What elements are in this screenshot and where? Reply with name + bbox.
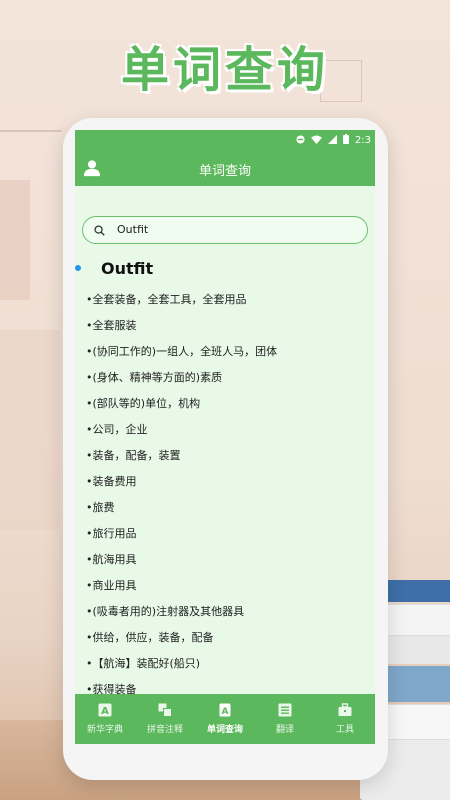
translate-icon: [278, 703, 292, 717]
tab-tools[interactable]: 工具: [315, 694, 375, 744]
tab-label: 工具: [335, 725, 354, 735]
search-icon: [94, 225, 105, 236]
definition-item: •(吸毒者用的)注射器及其他器具: [86, 605, 245, 618]
definition-item: •(协同工作的)一组人，全班人马，团体: [86, 345, 278, 358]
pinyin-icon: [158, 703, 172, 717]
status-time: 2:3: [354, 135, 371, 146]
tab-translate[interactable]: 翻译: [255, 694, 315, 744]
definition-item: •全套装备，全套工具，全套用品: [86, 293, 247, 306]
bottom-tab-bar: A 新华字典 拼音注释 A 单词查询 翻译 工具: [75, 694, 375, 744]
status-bar: 2:3: [75, 130, 375, 152]
app-bar: 单词查询: [75, 152, 375, 186]
tab-word-lookup[interactable]: A 单词查询: [195, 694, 255, 744]
background-shape: [0, 180, 30, 300]
definition-item: •【航海】装配好(船只): [86, 657, 201, 670]
definition-item: •(部队等的)单位，机构: [86, 397, 201, 410]
definition-item: •公司，企业: [86, 423, 148, 436]
indicator-dot: [75, 265, 81, 271]
definition-item: •旅行用品: [86, 527, 137, 540]
tab-label: 单词查询: [206, 725, 243, 735]
wifi-icon: [311, 134, 322, 147]
definition-item: •(身体、精神等方面的)素质: [86, 371, 223, 384]
tab-label: 拼音注释: [146, 725, 183, 735]
search-value: Outfit: [117, 223, 149, 236]
definition-item: •装备费用: [86, 475, 137, 488]
dictionary-icon: A: [98, 703, 112, 717]
tab-dictionary[interactable]: A 新华字典: [75, 694, 135, 744]
tab-pinyin[interactable]: 拼音注释: [135, 694, 195, 744]
toolbox-icon: [338, 703, 352, 716]
headword: Outfit: [101, 259, 154, 278]
page-title: 单词查询: [198, 164, 251, 179]
definition-item: •供给，供应，装备，配备: [86, 631, 214, 644]
svg-text:A: A: [101, 706, 109, 717]
tab-label: 翻译: [275, 725, 294, 735]
definition-list: •全套装备，全套工具，全套用品 •全套服装 •(协同工作的)一组人，全班人马，团…: [86, 293, 277, 709]
background-line: [0, 130, 62, 132]
background-shape: [0, 330, 60, 530]
definition-item: •全套服装: [86, 319, 137, 332]
battery-icon: [342, 134, 349, 147]
word-lookup-icon: A: [219, 703, 231, 717]
signal-icon: [327, 134, 337, 147]
search-input[interactable]: Outfit: [82, 216, 368, 244]
definition-item: •装备，配备，装置: [86, 449, 181, 462]
svg-text:A: A: [222, 707, 229, 717]
dnd-icon: [296, 134, 305, 147]
definition-item: •航海用具: [86, 553, 137, 566]
tab-label: 新华字典: [86, 725, 123, 735]
banner-title: 单词查询: [120, 42, 329, 98]
definition-item: •商业用具: [86, 579, 137, 592]
definition-item: •旅费: [86, 501, 115, 514]
app-screen: 2:3 单词查询 Outfit Outfit •全套装备，全套工具，全套用品 •…: [75, 130, 375, 744]
